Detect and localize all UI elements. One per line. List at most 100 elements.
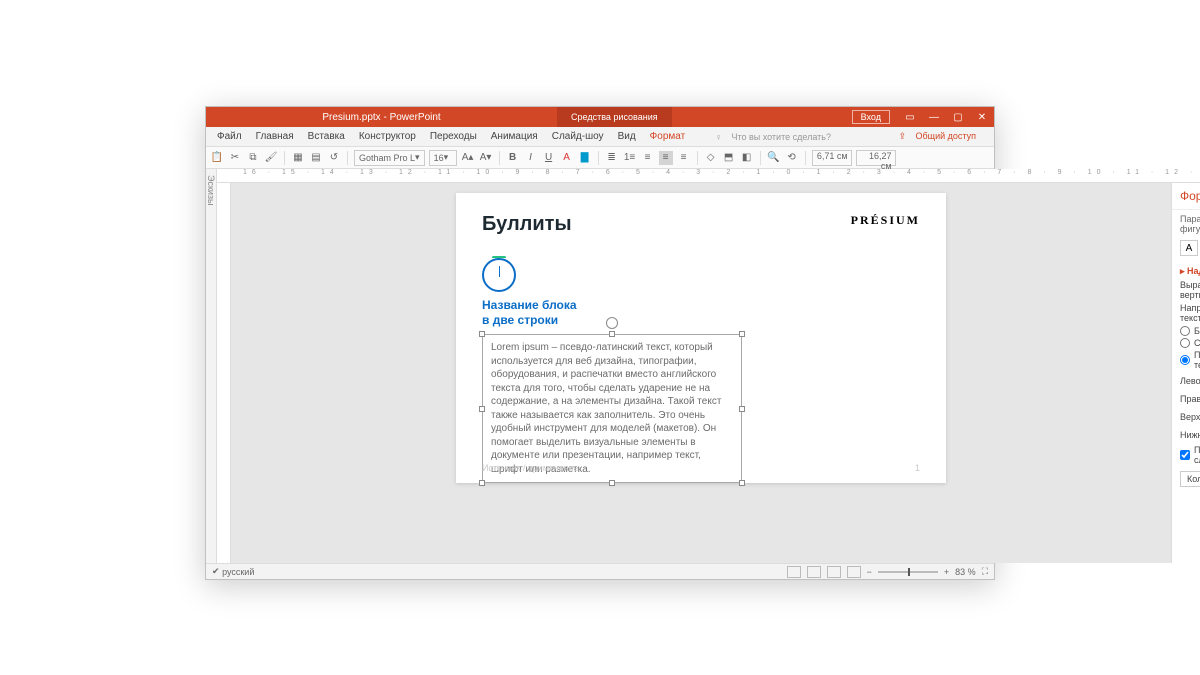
align-right-icon[interactable]: ≡: [677, 151, 691, 165]
font-size-select[interactable]: 16 ▾: [429, 150, 457, 166]
increase-font-icon[interactable]: A▴: [461, 151, 475, 165]
menu-design[interactable]: Конструктор: [352, 131, 423, 142]
tellme-input[interactable]: ♀ Что вы хотите сделать?: [708, 132, 845, 142]
columns-button[interactable]: Колонки...: [1180, 471, 1200, 487]
titlebar: Presium.pptx - PowerPoint Средства рисов…: [206, 107, 994, 127]
align-left-icon[interactable]: ≡: [641, 151, 655, 165]
textbox-content: Lorem ipsum – псевдо-латинский текст, ко…: [491, 342, 721, 475]
zoom-out-icon[interactable]: −: [867, 567, 872, 577]
cut-icon[interactable]: ✂: [228, 151, 242, 165]
maximize-icon[interactable]: ▢: [946, 112, 970, 123]
zoom-in-icon[interactable]: +: [944, 567, 949, 577]
resize-handle[interactable]: [739, 406, 745, 412]
decrease-font-icon[interactable]: A▾: [479, 151, 493, 165]
format-painter-icon[interactable]: 🖌: [264, 151, 278, 165]
quick-styles-icon[interactable]: ◧: [740, 151, 754, 165]
new-slide-icon[interactable]: ▦: [291, 151, 305, 165]
font-name-select[interactable]: Gotham Pro L ▾: [354, 150, 425, 166]
close-icon[interactable]: ✕: [970, 112, 994, 123]
language-status[interactable]: русский: [222, 567, 254, 577]
window-title: Presium.pptx - PowerPoint: [206, 112, 557, 123]
slide-canvas[interactable]: Буллиты PRÉSIUM Название блока в две стр…: [231, 183, 1171, 563]
block-title: Название блока в две строки: [482, 298, 920, 328]
margin-right-label: Правое поле: [1180, 394, 1200, 404]
resize-handle[interactable]: [479, 331, 485, 337]
opt-resize-shape[interactable]: Подогнать размер фигуры под текст: [1180, 350, 1200, 370]
underline-icon[interactable]: U: [542, 151, 556, 165]
margin-top-label: Верхнее поле: [1180, 412, 1200, 422]
font-color-icon[interactable]: A: [560, 151, 574, 165]
highlight-icon[interactable]: ▇: [578, 151, 592, 165]
bold-icon[interactable]: B: [506, 151, 520, 165]
align-center-icon[interactable]: ≡: [659, 151, 673, 165]
layout-icon[interactable]: ▤: [309, 151, 323, 165]
slide-sorter-icon[interactable]: [807, 566, 821, 578]
zoom-level[interactable]: 83 %: [955, 567, 976, 577]
context-tab-label[interactable]: Средства рисования: [557, 107, 672, 127]
selected-textbox[interactable]: Lorem ipsum – псевдо-латинский текст, ко…: [482, 334, 742, 483]
margin-left-label: Левое поле: [1180, 376, 1200, 386]
minimize-icon[interactable]: —: [922, 112, 946, 123]
fit-to-window-icon[interactable]: ⛶: [982, 566, 988, 577]
menu-view[interactable]: Вид: [611, 131, 643, 142]
opt-no-autofit[interactable]: Без автоподбора: [1180, 326, 1200, 336]
zoom-slider[interactable]: [878, 571, 938, 573]
clock-icon: [482, 258, 516, 292]
shape-height-input[interactable]: 6,71 см: [812, 150, 852, 166]
numbering-icon[interactable]: 1≡: [623, 151, 637, 165]
resize-handle[interactable]: [609, 331, 615, 337]
menu-bar: Файл Главная Вставка Конструктор Переход…: [206, 127, 994, 147]
bullets-icon[interactable]: ≣: [605, 151, 619, 165]
menu-slideshow[interactable]: Слайд-шоу: [545, 131, 611, 142]
menu-file[interactable]: Файл: [210, 131, 249, 142]
arrange-icon[interactable]: ⬒: [722, 151, 736, 165]
login-button[interactable]: Вход: [852, 110, 890, 124]
normal-view-icon[interactable]: [787, 566, 801, 578]
horizontal-ruler: 16 · 15 · 14 · 13 · 12 · 11 · 10 · 9 · 8…: [217, 169, 1200, 183]
panel-title: Формат фигуры: [1180, 189, 1200, 203]
tab-shape-options[interactable]: Параметры фигуры: [1180, 214, 1200, 234]
menu-transitions[interactable]: Переходы: [423, 131, 484, 142]
menu-format[interactable]: Формат: [643, 131, 693, 142]
thumbnail-rail[interactable]: Эскизы: [206, 169, 217, 563]
app-window: Presium.pptx - PowerPoint Средства рисов…: [205, 106, 995, 580]
spellcheck-icon[interactable]: ✔: [212, 566, 220, 577]
ribbon-options-icon[interactable]: ▭: [898, 112, 922, 123]
paste-icon[interactable]: 📋: [210, 151, 224, 165]
find-icon[interactable]: 🔍: [767, 151, 781, 165]
opt-shrink[interactable]: Сжать при наложении: [1180, 338, 1200, 348]
valign-label: Выравнивание по вертикали:: [1180, 280, 1200, 300]
status-bar: ✔ русский − + 83 % ⛶: [206, 563, 994, 579]
vertical-ruler: [217, 183, 231, 563]
slide[interactable]: Буллиты PRÉSIUM Название блока в две стр…: [456, 193, 946, 483]
shape-width-input[interactable]: 16,27 см: [856, 150, 896, 166]
shapes-icon[interactable]: ◇: [704, 151, 718, 165]
toolbar: 📋 ✂ ⧉ 🖌 ▦ ▤ ↺ Gotham Pro L ▾ 16 ▾ A▴ A▾ …: [206, 147, 994, 169]
menu-animation[interactable]: Анимация: [484, 131, 545, 142]
share-button[interactable]: ⇪ Общий доступ: [891, 131, 990, 142]
section-textbox[interactable]: ▸ Надпись: [1180, 266, 1200, 277]
resize-handle[interactable]: [739, 480, 745, 486]
menu-home[interactable]: Главная: [249, 131, 301, 142]
italic-icon[interactable]: I: [524, 151, 538, 165]
resize-handle[interactable]: [609, 480, 615, 486]
slideshow-view-icon[interactable]: [847, 566, 861, 578]
resize-handle[interactable]: [479, 406, 485, 412]
copy-icon[interactable]: ⧉: [246, 151, 260, 165]
text-dir-label: Направление текста:: [1180, 303, 1200, 323]
slide-footer-source: Источник / примечание: [482, 463, 578, 473]
margin-bottom-label: Нижнее поле: [1180, 430, 1200, 440]
thumbnail-label: Эскизы: [206, 175, 216, 206]
wrap-text-checkbox[interactable]: Переносить текст в фигуре по словам: [1180, 445, 1200, 465]
replace-icon[interactable]: ⟲: [785, 151, 799, 165]
rotate-handle[interactable]: [606, 317, 618, 329]
menu-insert[interactable]: Вставка: [301, 131, 352, 142]
slide-footer-page: 1: [915, 463, 920, 473]
resize-handle[interactable]: [479, 480, 485, 486]
text-fill-icon[interactable]: A: [1180, 240, 1198, 256]
format-shape-panel: Формат фигуры ▾ ✕ Параметры фигуры Парам…: [1171, 183, 1200, 563]
brand-logo: PRÉSIUM: [851, 213, 920, 228]
resize-handle[interactable]: [739, 331, 745, 337]
reset-icon[interactable]: ↺: [327, 151, 341, 165]
reading-view-icon[interactable]: [827, 566, 841, 578]
